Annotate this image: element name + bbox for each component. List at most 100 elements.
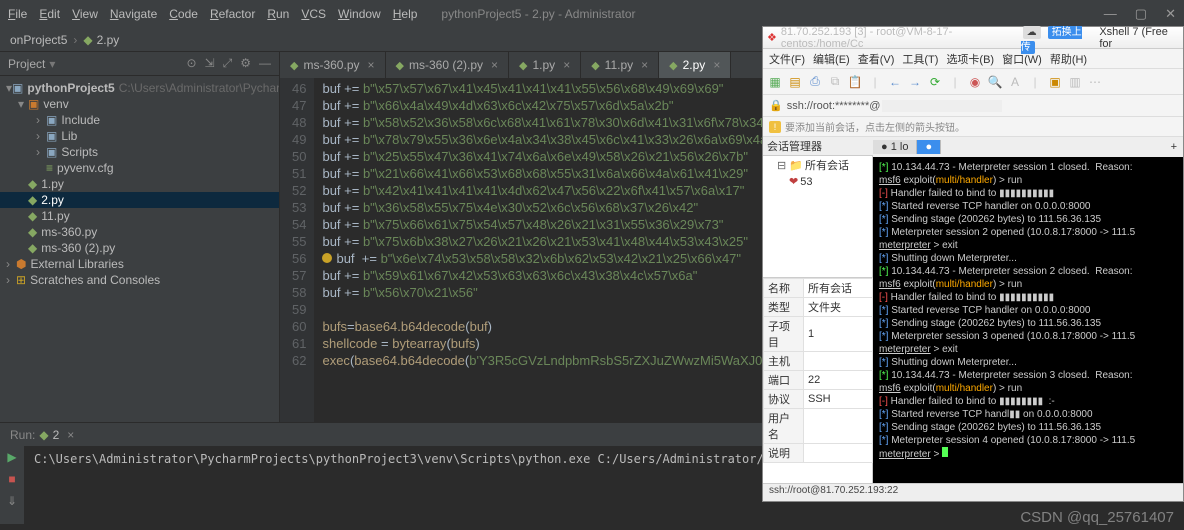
tree-1-py[interactable]: ◆1.py — [0, 176, 279, 192]
close-icon[interactable]: × — [641, 58, 648, 72]
xftp-icon[interactable]: ▣ — [1047, 74, 1063, 90]
gear-icon[interactable]: ⚙ — [240, 56, 251, 71]
rerun-icon[interactable]: ▶ — [7, 450, 16, 464]
script-icon[interactable]: ▥ — [1067, 74, 1083, 90]
close-icon[interactable]: ✕ — [1165, 6, 1176, 22]
terminal-output[interactable]: [*] 10.134.44.73 - Meterpreter session 1… — [873, 157, 1183, 483]
tree-include[interactable]: ›▣Include — [0, 112, 279, 128]
menu-code[interactable]: Code — [169, 7, 198, 21]
breadcrumb-project[interactable]: onProject5 — [10, 33, 67, 47]
ide-menubar: File Edit View Navigate Code Refactor Run VCS Wi… — [8, 7, 417, 21]
close-icon[interactable]: × — [491, 58, 498, 72]
xs-menu-item[interactable]: 文件(F) — [769, 51, 805, 67]
paste-icon[interactable]: 📋 — [847, 74, 863, 90]
xshell-menubar: 文件(F) 编辑(E) 查看(V) 工具(T) 选项卡(B) 窗口(W) 帮助(H) — [763, 49, 1183, 69]
warn-icon: ! — [769, 121, 781, 133]
reconnect-icon[interactable]: ⟳ — [927, 74, 943, 90]
xshell-addressbar[interactable]: 🔒 ssh://root:********@ — [763, 95, 1183, 117]
xshell-title: 81.70.252.193 [3] - root@VM-8-17-centos:… — [781, 26, 1021, 50]
cloud-icon[interactable]: ☁ — [1023, 26, 1041, 39]
close-icon[interactable]: × — [67, 428, 74, 442]
editor-tab[interactable]: ◆ms-360 (2).py× — [386, 52, 510, 78]
menu-edit[interactable]: Edit — [39, 7, 60, 21]
editor-tab[interactable]: ◆11.py× — [581, 52, 659, 78]
close-icon[interactable]: × — [563, 58, 570, 72]
select-opened-icon[interactable]: ⊙ — [187, 56, 197, 71]
down-icon[interactable]: ⇓ — [7, 494, 17, 508]
prop-val — [804, 444, 873, 463]
menu-file[interactable]: File — [8, 7, 27, 21]
session-manager: 会话管理器 ⊟ 📁所有会话 ❤53 名称所有会话类型文件夹子项目1主机端口22协… — [763, 137, 873, 483]
editor-tab[interactable]: ◆2.py× — [659, 52, 731, 78]
tree-lib[interactable]: ›▣Lib — [0, 128, 279, 144]
xs-menu-item[interactable]: 窗口(W) — [1002, 51, 1042, 67]
menu-refactor[interactable]: Refactor — [210, 7, 255, 21]
xs-menu-item[interactable]: 查看(V) — [858, 51, 895, 67]
new-icon[interactable]: ▦ — [767, 74, 783, 90]
tree-ms-360--2--py[interactable]: ◆ms-360 (2).py — [0, 240, 279, 256]
tree-external[interactable]: ›⬢External Libraries — [0, 256, 279, 272]
xs-menu-item[interactable]: 工具(T) — [902, 51, 938, 67]
run-tab-label[interactable]: 2 — [53, 428, 60, 442]
xs-menu-item[interactable]: 帮助(H) — [1050, 51, 1087, 67]
tree-venv[interactable]: ▾▣venv — [0, 96, 279, 112]
tree-ms-360-py[interactable]: ◆ms-360.py — [0, 224, 279, 240]
tree-scratches[interactable]: ›⊞Scratches and Consoles — [0, 272, 279, 288]
console-toolbar: ▶ ■ ⇓ — [0, 446, 24, 524]
menu-run[interactable]: Run — [267, 7, 289, 21]
maximize-icon[interactable]: ▢ — [1135, 6, 1147, 22]
menu-vcs[interactable]: VCS — [301, 7, 326, 21]
prop-key: 用户名 — [764, 409, 804, 444]
project-tree: ▾▣pythonProject5C:\Users\Administrator\P… — [0, 76, 279, 422]
xshell-titlebar[interactable]: ❖ 81.70.252.193 [3] - root@VM-8-17-cento… — [763, 27, 1183, 49]
save-icon[interactable]: ⎙ — [807, 74, 823, 90]
panel-title[interactable]: Project — [8, 57, 45, 71]
tree-root[interactable]: ▾▣pythonProject5C:\Users\Administrator\P… — [0, 80, 279, 96]
prop-val — [804, 409, 873, 444]
terminal-tab[interactable]: ● — [917, 140, 941, 154]
close-icon[interactable]: × — [368, 58, 375, 72]
copy-icon[interactable]: ⧉ — [827, 74, 843, 90]
hide-icon[interactable]: — — [259, 56, 271, 71]
session-item[interactable]: ❤53 — [763, 175, 872, 188]
fwd-icon[interactable]: → — [907, 74, 923, 90]
back-icon[interactable]: ← — [887, 74, 903, 90]
more-icon[interactable]: ⋯ — [1087, 74, 1103, 90]
app-icon: ❖ — [767, 31, 777, 44]
open-icon[interactable]: ▤ — [787, 74, 803, 90]
tree-2-py[interactable]: ◆2.py — [0, 192, 279, 208]
expand-icon[interactable]: ⇲ — [205, 56, 215, 71]
find-icon[interactable]: 🔍 — [987, 74, 1003, 90]
new-tab-button[interactable]: + — [1165, 141, 1183, 153]
session-properties: 名称所有会话类型文件夹子项目1主机端口22协议SSH用户名说明 — [763, 277, 873, 463]
menu-help[interactable]: Help — [393, 7, 418, 21]
editor-tab[interactable]: ◆1.py× — [509, 52, 581, 78]
session-root[interactable]: ⊟ 📁所有会话 — [763, 155, 872, 175]
stop-icon[interactable]: ■ — [8, 472, 15, 486]
tree-scripts[interactable]: ›▣Scripts — [0, 144, 279, 160]
hint-text: 要添加当前会话，点击左侧的箭头按钮。 — [785, 119, 965, 134]
terminal-tab[interactable]: ● 1 lo — [873, 140, 917, 154]
window-controls: — ▢ ✕ — [1104, 6, 1176, 22]
xshell-toolbar: ▦ ▤ ⎙ ⧉ 📋 | ← → ⟳ | ◉ 🔍 A | ▣ ▥ ⋯ — [763, 69, 1183, 95]
collapse-icon[interactable]: ⤢ — [223, 56, 233, 71]
line-gutter: 4647484950515253545556575859606162 — [280, 78, 314, 422]
close-icon[interactable]: × — [713, 58, 720, 72]
xs-menu-item[interactable]: 选项卡(B) — [946, 51, 994, 67]
font-icon[interactable]: A — [1007, 74, 1023, 90]
xshell-statusbar: ssh://root@81.70.252.193:22 — [763, 483, 1183, 501]
prop-icon[interactable]: ◉ — [967, 74, 983, 90]
minimize-icon[interactable]: — — [1104, 6, 1117, 22]
prop-key: 端口 — [764, 371, 804, 390]
tree-pyvenv.cfg[interactable]: ≡pyvenv.cfg — [0, 160, 279, 176]
editor-tab[interactable]: ◆ms-360.py× — [280, 52, 386, 78]
menu-view[interactable]: View — [72, 7, 98, 21]
lock-icon: 🔒 — [769, 99, 783, 112]
breadcrumb-file[interactable]: 2.py — [97, 33, 120, 47]
python-icon: ◆ — [39, 428, 48, 442]
xs-menu-item[interactable]: 编辑(E) — [813, 51, 850, 67]
tree-11-py[interactable]: ◆11.py — [0, 208, 279, 224]
menu-navigate[interactable]: Navigate — [110, 7, 157, 21]
project-panel-header: Project ▾ ⊙ ⇲ ⤢ ⚙ — — [0, 52, 279, 76]
menu-window[interactable]: Window — [338, 7, 381, 21]
